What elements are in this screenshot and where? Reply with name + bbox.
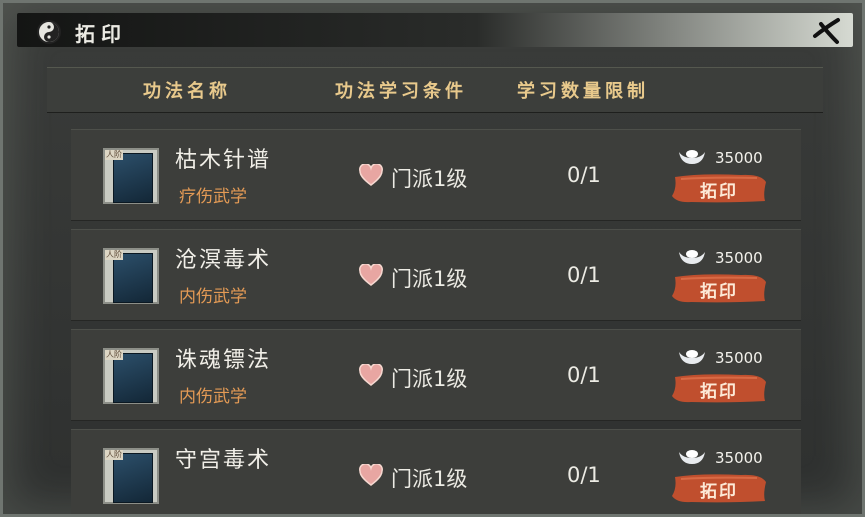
header-skill-name: 功法名称 xyxy=(143,81,231,102)
copy-button[interactable]: 拓印 xyxy=(671,172,767,204)
skill-book-icon: 人阶 xyxy=(103,248,159,304)
skill-grade-tag: 人阶 xyxy=(105,350,123,360)
copy-price: 35000 xyxy=(715,149,763,167)
skill-name: 守宫毒术 xyxy=(175,448,272,473)
skill-name: 沧溟毒术 xyxy=(175,248,272,273)
header-learn-limit: 学习数量限制 xyxy=(517,81,649,102)
title-bar: 拓印 xyxy=(17,13,853,47)
copy-price: 35000 xyxy=(715,349,763,367)
skill-type: 内伤武学 xyxy=(179,287,247,307)
yin-yang-icon xyxy=(37,20,61,44)
skill-grade-tag: 人阶 xyxy=(105,450,123,460)
skill-row: 人阶 沧溟毒术 内伤武学 门派1级 0/1 35000 拓印 xyxy=(71,229,801,321)
heart-icon xyxy=(359,264,383,286)
heart-icon xyxy=(359,364,383,386)
copy-skill-window: 拓印 功法名称 功法学习条件 学习数量限制 人阶 枯木针谱 疗伤武学 门派1级 … xyxy=(0,0,865,517)
skill-type: 内伤武学 xyxy=(179,387,247,407)
skill-row: 人阶 枯木针谱 疗伤武学 门派1级 0/1 35000 拓印 xyxy=(71,129,801,221)
copy-price: 35000 xyxy=(715,449,763,467)
copy-button-label: 拓印 xyxy=(700,282,738,302)
skill-type: 疗伤武学 xyxy=(179,187,247,207)
close-brush-icon xyxy=(813,18,840,44)
skill-name: 诛魂镖法 xyxy=(175,348,272,373)
learn-condition: 门派1级 xyxy=(391,467,468,491)
copy-button[interactable]: 拓印 xyxy=(671,472,767,504)
learn-limit: 0/1 xyxy=(567,163,601,187)
learn-limit: 0/1 xyxy=(567,363,601,387)
silver-ingot-icon xyxy=(679,150,705,164)
heart-icon xyxy=(359,464,383,486)
silver-ingot-icon xyxy=(679,350,705,364)
skill-name: 枯木针谱 xyxy=(175,148,272,173)
copy-button-label: 拓印 xyxy=(700,182,738,202)
skill-grade-tag: 人阶 xyxy=(105,150,123,160)
copy-button[interactable]: 拓印 xyxy=(671,372,767,404)
skill-row: 人阶 诛魂镖法 内伤武学 门派1级 0/1 35000 拓印 xyxy=(71,329,801,421)
learn-condition: 门派1级 xyxy=(391,267,468,291)
window-title: 拓印 xyxy=(75,22,127,46)
close-button[interactable] xyxy=(811,16,841,46)
skill-row: 人阶 守宫毒术 门派1级 0/1 35000 拓印 xyxy=(71,429,801,514)
skill-book-icon: 人阶 xyxy=(103,348,159,404)
copy-price: 35000 xyxy=(715,249,763,267)
learn-limit: 0/1 xyxy=(567,463,601,487)
learn-condition: 门派1级 xyxy=(391,167,468,191)
copy-button-label: 拓印 xyxy=(700,482,738,502)
skill-book-icon: 人阶 xyxy=(103,148,159,204)
learn-condition: 门派1级 xyxy=(391,367,468,391)
skill-book-icon: 人阶 xyxy=(103,448,159,504)
copy-button-label: 拓印 xyxy=(700,382,738,402)
copy-button[interactable]: 拓印 xyxy=(671,272,767,304)
silver-ingot-icon xyxy=(679,250,705,264)
learn-limit: 0/1 xyxy=(567,263,601,287)
skill-grade-tag: 人阶 xyxy=(105,250,123,260)
skill-list[interactable]: 人阶 枯木针谱 疗伤武学 门派1级 0/1 35000 拓印 人阶 沧溟毒术 内… xyxy=(71,129,801,514)
silver-ingot-icon xyxy=(679,450,705,464)
table-header: 功法名称 功法学习条件 学习数量限制 xyxy=(47,67,823,113)
heart-icon xyxy=(359,164,383,186)
header-learn-condition: 功法学习条件 xyxy=(335,81,467,102)
